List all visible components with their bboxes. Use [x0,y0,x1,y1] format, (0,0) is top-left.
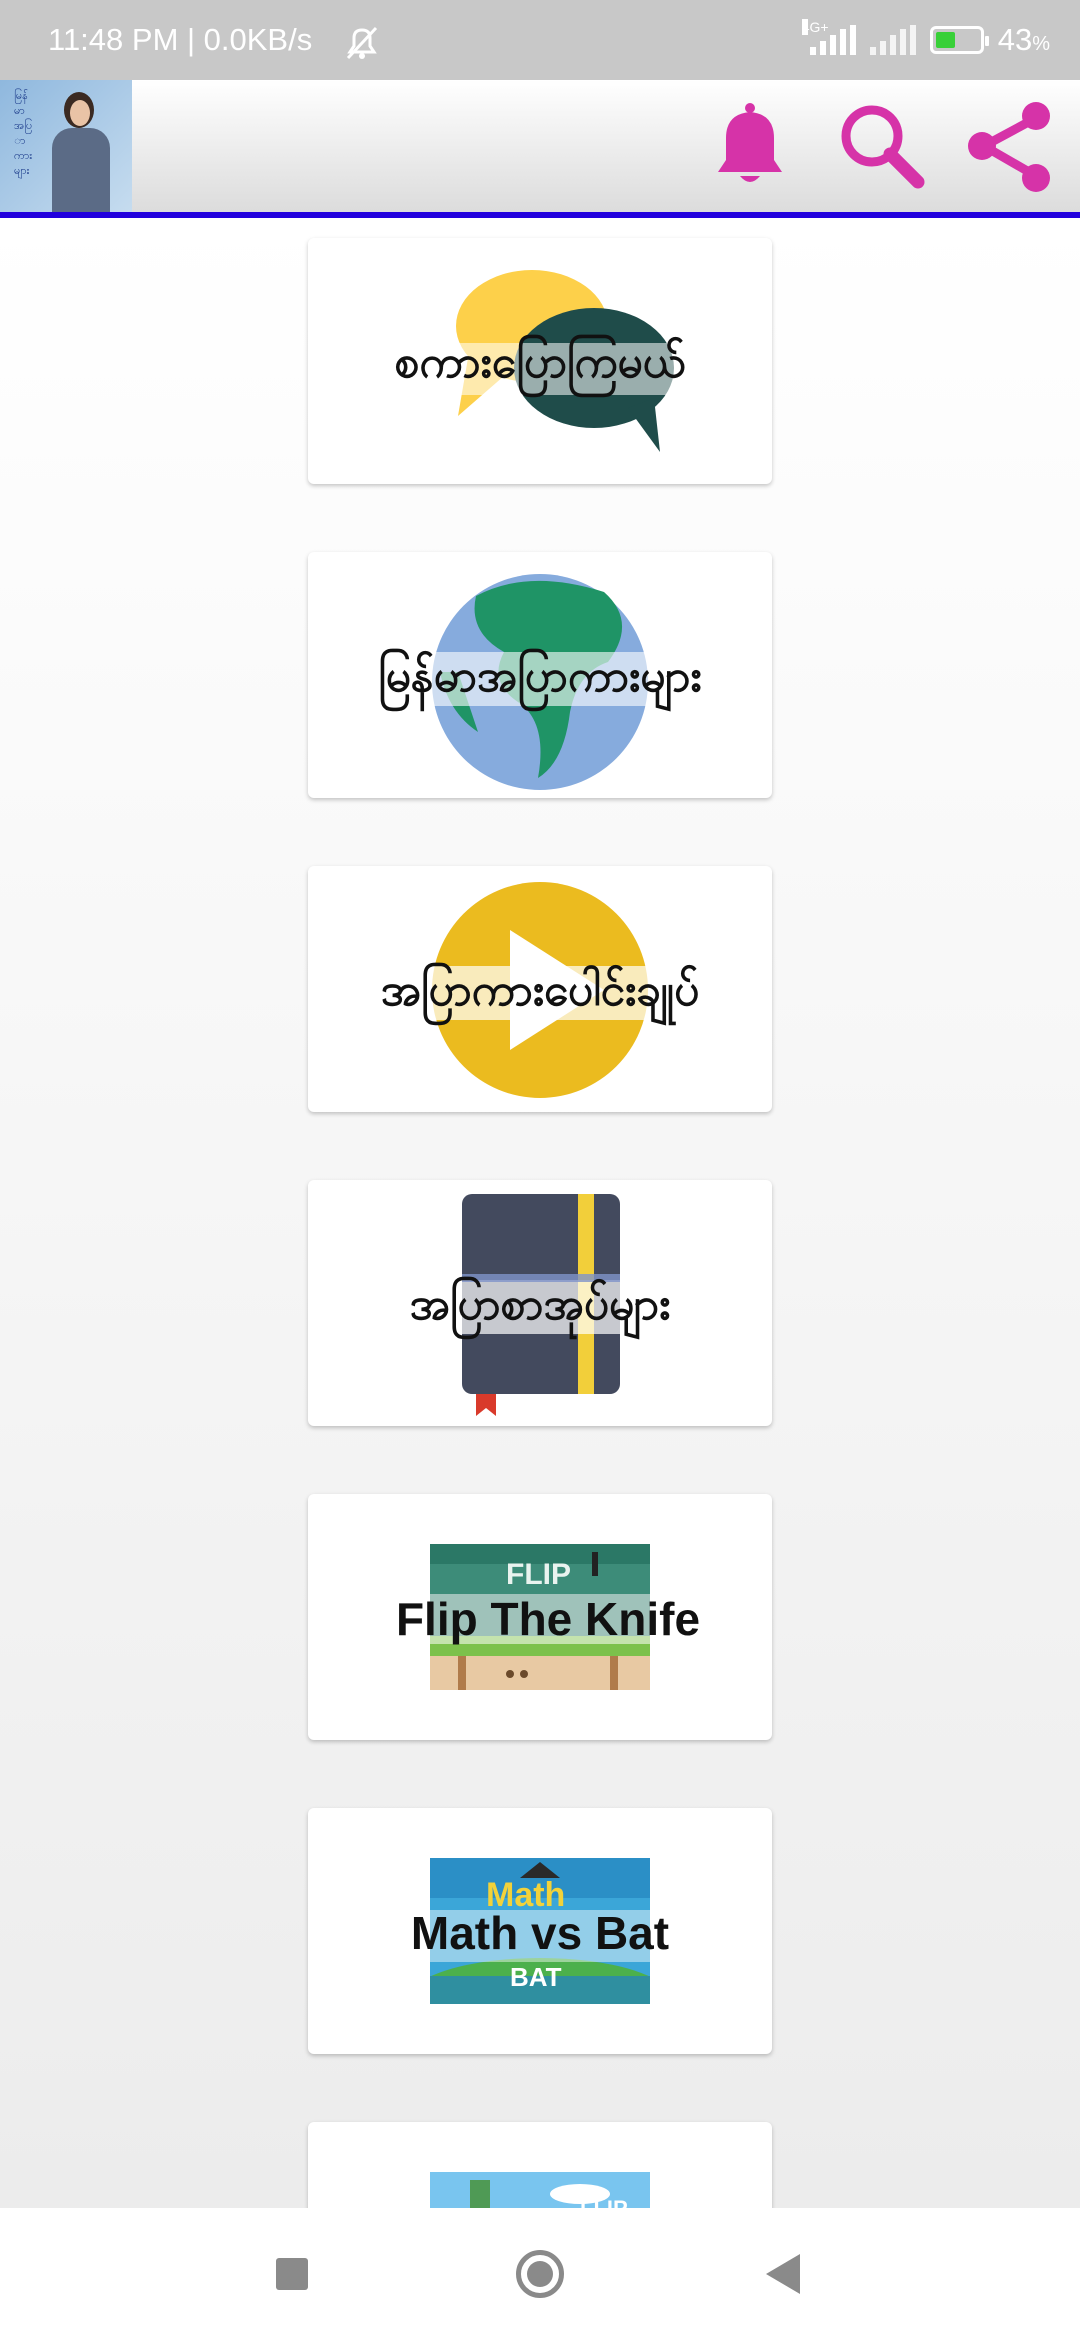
signal-icon [869,25,916,55]
battery-icon [929,26,989,54]
menu-card-math-vs-bat[interactable]: Math BAT Math vs Bat [308,1808,772,2054]
status-bar: 11:48 PM | 0.0KB/s 4G+ 43% [0,0,1080,80]
game-thumbnail: FLIP [430,2172,650,2208]
menu-card-chat[interactable]: စကားပြောကြမယ် [308,238,772,484]
search-icon[interactable] [830,96,930,196]
card-label: မြန်မာအပြာကားများ [378,651,702,702]
network-type: 4G+ [801,19,829,35]
svg-text:FLIP: FLIP [580,2196,628,2208]
share-icon[interactable] [960,96,1060,196]
card-label: အပြာကားပေါင်းချုပ် [380,965,700,1016]
card-label: Flip The Knife [395,1593,701,1645]
app-bar: မြန်မာအပြာကားများ [0,80,1080,212]
card-label: အပြာစာအုပ်များ [409,1279,671,1330]
home-button[interactable] [516,2250,564,2298]
back-button[interactable] [766,2254,800,2294]
card-label: စကားပြောကြမယ် [394,337,686,388]
bell-icon[interactable] [700,96,800,196]
svg-text:BAT: BAT [510,1962,562,1992]
app-logo[interactable]: မြန်မာအပြာကားများ [0,80,132,212]
menu-list[interactable]: စကားပြောကြမယ် မြန်မာအပြာကားများ အပြာကားပ… [0,218,1080,2208]
signal-4g-icon: 4G+ [801,19,856,55]
mute-icon [342,26,382,68]
menu-card-video-collection[interactable]: အပြာကားပေါင်းချုပ် [308,866,772,1112]
svg-text:FLIP: FLIP [506,1558,571,1591]
recents-button[interactable] [276,2258,308,2290]
system-nav-bar [0,2208,1080,2340]
card-label: Math vs Bat [410,1907,670,1959]
menu-card-myanmar-videos[interactable]: မြန်မာအပြာကားများ [308,552,772,798]
menu-card-game[interactable]: FLIP [308,2122,772,2208]
menu-card-flip-the-knife[interactable]: FLIP Flip The Knife [308,1494,772,1740]
menu-card-books[interactable]: အပြာစာအုပ်များ [308,1180,772,1426]
status-time: 11:48 PM | 0.0KB/s [48,22,313,57]
logo-text: မြန်မာအပြာကားများ [14,89,33,177]
battery-percent: 43% [997,22,1050,57]
